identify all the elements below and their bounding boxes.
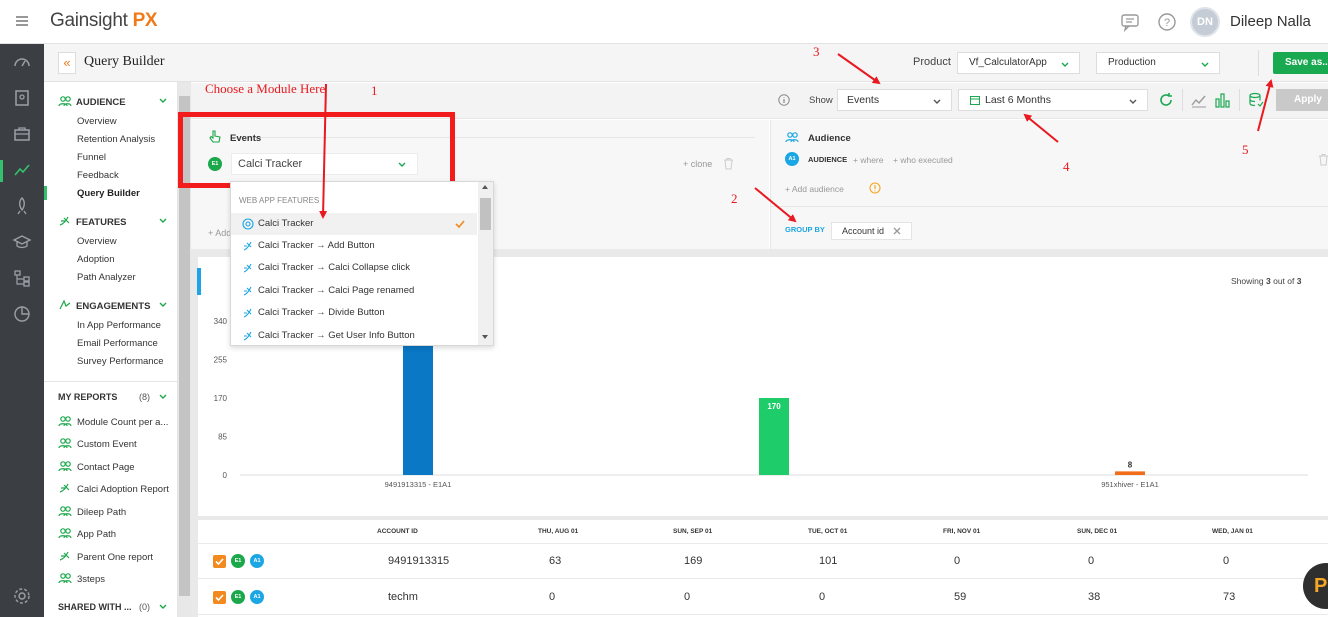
annotation-arrow-5 — [1257, 79, 1274, 132]
annotation-arrow-4 — [1023, 113, 1059, 143]
annotation-arrow-2 — [754, 187, 797, 223]
annotation-arrows — [319, 53, 1274, 223]
annotation-arrow-1 — [319, 83, 328, 219]
annotation-arrow-3 — [837, 53, 881, 85]
